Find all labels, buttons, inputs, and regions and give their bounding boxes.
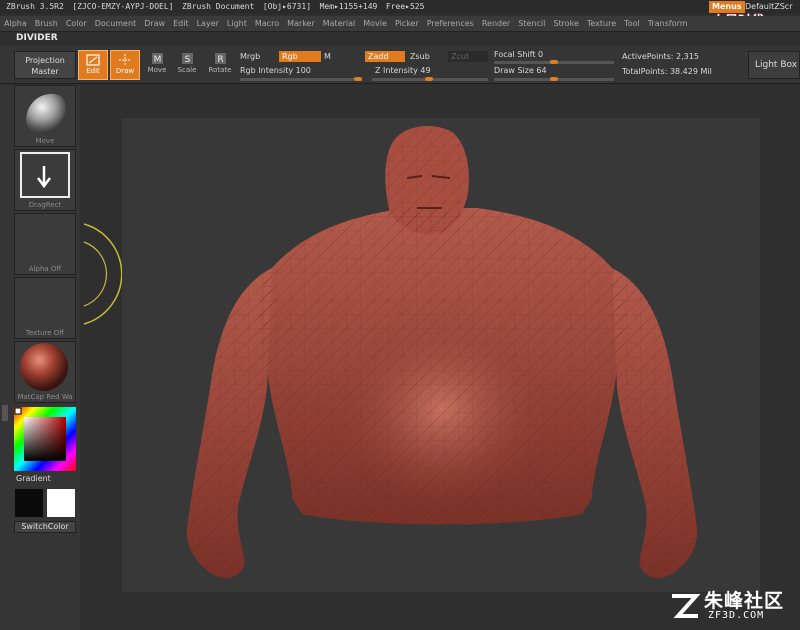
stroke-selector[interactable]: DragRect: [14, 149, 76, 211]
menu-edit[interactable]: Edit: [169, 16, 193, 31]
zf3d-logo-text: 朱峰社区: [704, 590, 785, 612]
rgb-button[interactable]: Rgb: [279, 51, 321, 62]
menu-macro[interactable]: Macro: [251, 16, 283, 31]
draw-label: Draw: [115, 67, 135, 75]
scale-label: Scale: [177, 66, 197, 74]
dragrect-icon: [20, 152, 70, 198]
color-picker-icon: [14, 407, 76, 471]
edit-label: Edit: [86, 67, 100, 75]
draw-size-label: Draw Size 64: [494, 66, 547, 75]
edit-button[interactable]: Edit: [78, 50, 108, 80]
projection-master-label: Projection Master: [25, 56, 65, 76]
move-m-icon: M: [152, 53, 163, 65]
app-title: ZBrush 3.5R2: [6, 2, 64, 11]
menu-stroke[interactable]: Stroke: [549, 16, 583, 31]
rotate-r-icon: R: [215, 53, 226, 65]
svg-text:S: S: [185, 55, 191, 65]
matcap-red-sphere-icon: [20, 343, 68, 391]
alpha-label: Alpha Off: [28, 265, 62, 273]
sculpt-canvas[interactable]: [122, 118, 760, 592]
obj-count: [Obj▸6731]: [262, 2, 312, 11]
divider-label: DIVIDER: [16, 33, 58, 43]
texture-selector[interactable]: Texture Off: [14, 277, 76, 339]
light-box-button[interactable]: Light Box: [748, 51, 800, 79]
move-button[interactable]: M Move: [142, 50, 172, 80]
active-points: ActivePoints: 2,315: [622, 52, 699, 61]
brush-selector[interactable]: Move: [14, 85, 76, 147]
menu-light[interactable]: Light: [223, 16, 251, 31]
menu-alpha[interactable]: Alpha: [0, 16, 31, 31]
z-intensity-label: Z Intensity 49: [375, 66, 431, 75]
svg-text:M: M: [154, 55, 162, 65]
rgb-intensity-label: Rgb Intensity 100: [240, 66, 311, 75]
scale-s-icon: S: [182, 53, 193, 65]
left-shelf: Move DragRect Alpha Off Texture Off MatC…: [0, 85, 80, 630]
m-button[interactable]: M: [324, 52, 331, 61]
shelf-collapse-tab[interactable]: [2, 405, 8, 421]
zcut-button[interactable]: Zcut: [448, 51, 488, 62]
switchcolor-button[interactable]: SwitchColor: [14, 521, 76, 533]
menu-preferences[interactable]: Preferences: [423, 16, 478, 31]
gradient-label: Gradient: [16, 474, 51, 483]
menu-tool[interactable]: Tool: [620, 16, 644, 31]
move-brush-icon: [26, 93, 66, 132]
alpha-selector[interactable]: Alpha Off: [14, 213, 76, 275]
top-toolbar: Projection Master Edit Draw M Move S Sca…: [0, 46, 800, 84]
rotate-button[interactable]: R Rotate: [205, 50, 235, 80]
title-bar: ZBrush 3.5R2 [ZJCO-EMZY-AYPJ-DOEL] ZBrus…: [0, 0, 800, 14]
menu-stencil[interactable]: Stencil: [514, 16, 549, 31]
move-label: Move: [147, 66, 167, 74]
zsub-button[interactable]: Zsub: [410, 52, 430, 61]
zf3d-url: ZF3D.COM: [708, 610, 765, 621]
material-selector[interactable]: MatCap Red Wa: [14, 341, 76, 403]
zadd-button[interactable]: Zadd: [365, 51, 405, 62]
draw-size-knob[interactable]: [550, 77, 558, 81]
total-points: TotalPoints: 38.429 Mil: [622, 67, 712, 76]
texture-label: Texture Off: [25, 329, 65, 337]
menu-transform[interactable]: Transform: [644, 16, 692, 31]
mrgb-button[interactable]: Mrgb: [240, 52, 260, 61]
menu-draw[interactable]: Draw: [140, 16, 169, 31]
focal-shift-knob[interactable]: [550, 60, 558, 64]
document-title: ZBrush Document: [182, 2, 255, 11]
material-label: MatCap Red Wa: [17, 393, 73, 401]
sculpt-model: [186, 126, 698, 579]
free-mem: Free▸525: [385, 2, 425, 11]
projection-master-button[interactable]: Projection Master: [14, 51, 76, 79]
rgb-intensity-knob[interactable]: [354, 77, 362, 81]
rgb-intensity-slider[interactable]: [240, 78, 362, 81]
menu-bar: Alpha Brush Color Document Draw Edit Layer Ligh…: [0, 16, 800, 32]
menu-layer[interactable]: Layer: [193, 16, 223, 31]
mem-usage: Mem▸1155+149: [319, 2, 378, 11]
scale-button[interactable]: S Scale: [172, 50, 202, 80]
menu-texture[interactable]: Texture: [583, 16, 620, 31]
edit-icon: [86, 54, 100, 66]
main-color-swatch[interactable]: [14, 488, 44, 518]
brush-label: Move: [35, 137, 55, 145]
menu-document[interactable]: Document: [91, 16, 140, 31]
secondary-color-swatch[interactable]: [46, 488, 76, 518]
menu-marker[interactable]: Marker: [283, 16, 319, 31]
menu-picker[interactable]: Picker: [391, 16, 423, 31]
rotate-label: Rotate: [208, 66, 232, 74]
focal-shift-label: Focal Shift 0: [494, 50, 544, 59]
menu-color[interactable]: Color: [62, 16, 91, 31]
draw-icon: [119, 54, 131, 66]
menu-movie[interactable]: Movie: [359, 16, 391, 31]
svg-text:R: R: [217, 55, 223, 65]
menu-render[interactable]: Render: [478, 16, 514, 31]
stroke-label: DragRect: [28, 201, 62, 209]
z-intensity-knob[interactable]: [424, 77, 433, 81]
menu-brush[interactable]: Brush: [31, 16, 62, 31]
menu-material[interactable]: Material: [319, 16, 360, 31]
session-id: [ZJCO-EMZY-AYPJ-DOEL]: [72, 2, 174, 11]
draw-button[interactable]: Draw: [110, 50, 140, 80]
color-picker[interactable]: [14, 407, 76, 471]
